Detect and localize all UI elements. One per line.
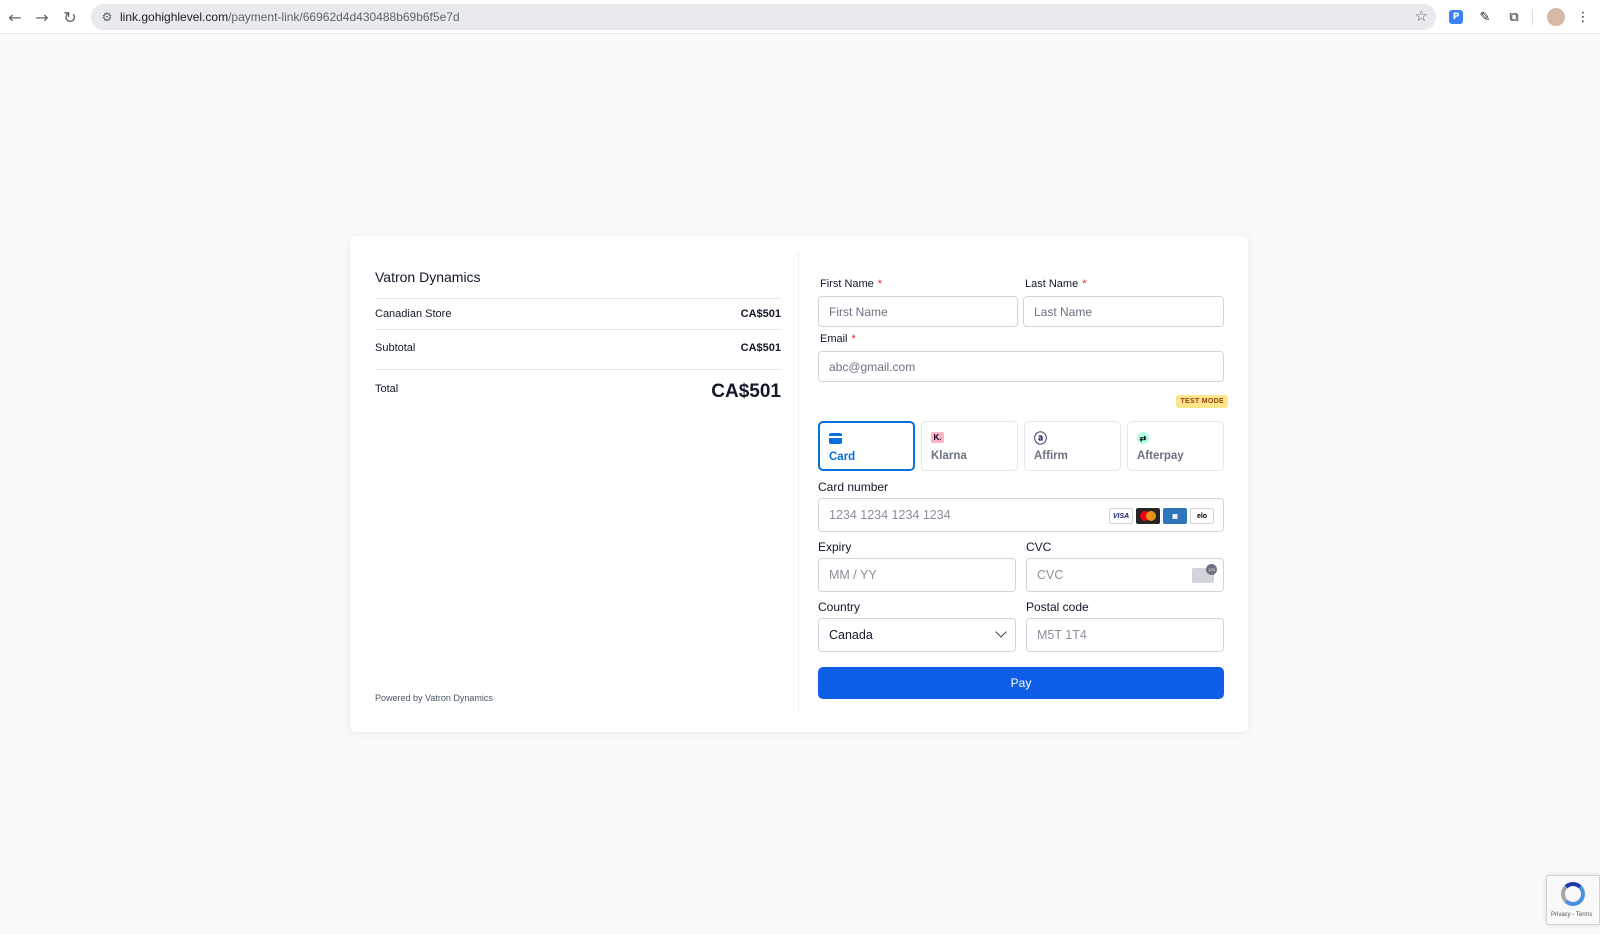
line-item-amount: CA$501 [740, 308, 781, 320]
last-name-label: Last Name * [1025, 278, 1087, 290]
kebab-menu-icon[interactable]: ⋮ [1572, 6, 1594, 28]
pay-button[interactable]: Pay [818, 667, 1224, 699]
toolbar-separator [1532, 9, 1533, 25]
browser-toolbar: ← → ↻ ⚙ link.gohighlevel.com/payment-lin… [0, 0, 1600, 34]
line-item-name: Canadian Store [375, 308, 452, 320]
total-label: Total [375, 383, 399, 395]
tab-label: Card [829, 451, 856, 463]
country-label: Country [818, 600, 861, 614]
country-select[interactable]: Canada [818, 618, 1016, 652]
first-name-label: First Name * [820, 278, 883, 290]
visa-icon: VISA [1109, 508, 1133, 524]
chevron-down-icon [995, 626, 1007, 638]
test-mode-badge: TEST MODE [1176, 395, 1228, 408]
back-arrow-icon[interactable]: ← [4, 6, 26, 28]
postal-code-input[interactable]: M5T 1T4 [1026, 618, 1224, 652]
total-row: Total CA$501 [375, 381, 781, 403]
cvc-card-icon [1192, 564, 1217, 583]
email-label: Email * [820, 333, 856, 345]
total-amount: CA$501 [711, 381, 781, 402]
address-bar[interactable]: ⚙ link.gohighlevel.com/payment-link/6696… [91, 4, 1436, 30]
tab-label: Affirm [1034, 450, 1068, 462]
elo-icon: elo [1190, 508, 1214, 524]
expiry-label: Expiry [818, 540, 852, 554]
credit-card-icon [829, 433, 842, 444]
tab-affirm[interactable]: ⓐ Affirm [1024, 421, 1121, 471]
recaptcha-links[interactable]: Privacy - Terms [1551, 912, 1592, 918]
cvc-input[interactable]: CVC [1026, 558, 1224, 592]
bookmark-star-icon[interactable]: ☆ [1415, 7, 1428, 25]
klarna-icon: K. [931, 432, 944, 443]
cvc-label: CVC [1026, 540, 1052, 554]
expiry-input[interactable]: MM / YY [818, 558, 1016, 592]
divider [375, 369, 781, 370]
profile-avatar[interactable] [1547, 8, 1565, 26]
affirm-icon: ⓐ [1034, 432, 1048, 447]
tab-label: Afterpay [1137, 450, 1184, 462]
site-settings-icon[interactable]: ⚙ [96, 6, 118, 28]
mastercard-icon [1136, 508, 1160, 524]
card-brands: VISA ▦ elo [1109, 508, 1214, 524]
checkout-card: Vatron Dynamics Canadian Store CA$501 Su… [350, 236, 1248, 732]
payment-form: First Name* Last Name* Email* TEST MODE … [818, 236, 1228, 732]
tab-afterpay[interactable]: ⇄ Afterpay [1127, 421, 1224, 471]
last-name-input[interactable] [1023, 296, 1224, 327]
column-divider [798, 252, 799, 712]
reload-icon[interactable]: ↻ [59, 6, 81, 28]
tab-card[interactable]: Card [818, 421, 915, 471]
merchant-name: Vatron Dynamics [375, 269, 481, 285]
recaptcha-badge[interactable]: Privacy - Terms [1546, 875, 1600, 925]
subtotal-label: Subtotal [375, 342, 416, 354]
email-input[interactable] [818, 351, 1224, 382]
payment-method-tabs: Card K. Klarna ⓐ Affirm ⇄ Afterpay [818, 421, 1224, 471]
eyedropper-icon[interactable]: ✎ [1474, 6, 1496, 28]
extension-icon[interactable]: P [1449, 10, 1463, 24]
subtotal-amount: CA$501 [740, 342, 781, 354]
divider [375, 329, 781, 330]
first-name-input[interactable] [818, 296, 1018, 327]
tab-label: Klarna [931, 450, 967, 462]
card-number-label: Card number [818, 480, 889, 494]
card-number-input[interactable]: 1234 1234 1234 1234 VISA ▦ elo [818, 498, 1224, 532]
line-item: Canadian Store CA$501 [375, 308, 781, 320]
recaptcha-icon [1561, 882, 1585, 906]
postal-code-label: Postal code [1026, 600, 1089, 614]
order-summary: Vatron Dynamics Canadian Store CA$501 Su… [350, 236, 798, 732]
subtotal-row: Subtotal CA$501 [375, 342, 781, 354]
tab-klarna[interactable]: K. Klarna [921, 421, 1018, 471]
forward-arrow-icon[interactable]: → [31, 6, 53, 28]
puzzle-extensions-icon[interactable]: ⧉ [1503, 6, 1525, 28]
powered-by: Powered by Vatron Dynamics [375, 693, 493, 703]
divider [375, 298, 781, 299]
url-text[interactable]: link.gohighlevel.com/payment-link/66962d… [120, 10, 460, 24]
afterpay-icon: ⇄ [1137, 432, 1149, 444]
amex-icon: ▦ [1163, 508, 1187, 524]
